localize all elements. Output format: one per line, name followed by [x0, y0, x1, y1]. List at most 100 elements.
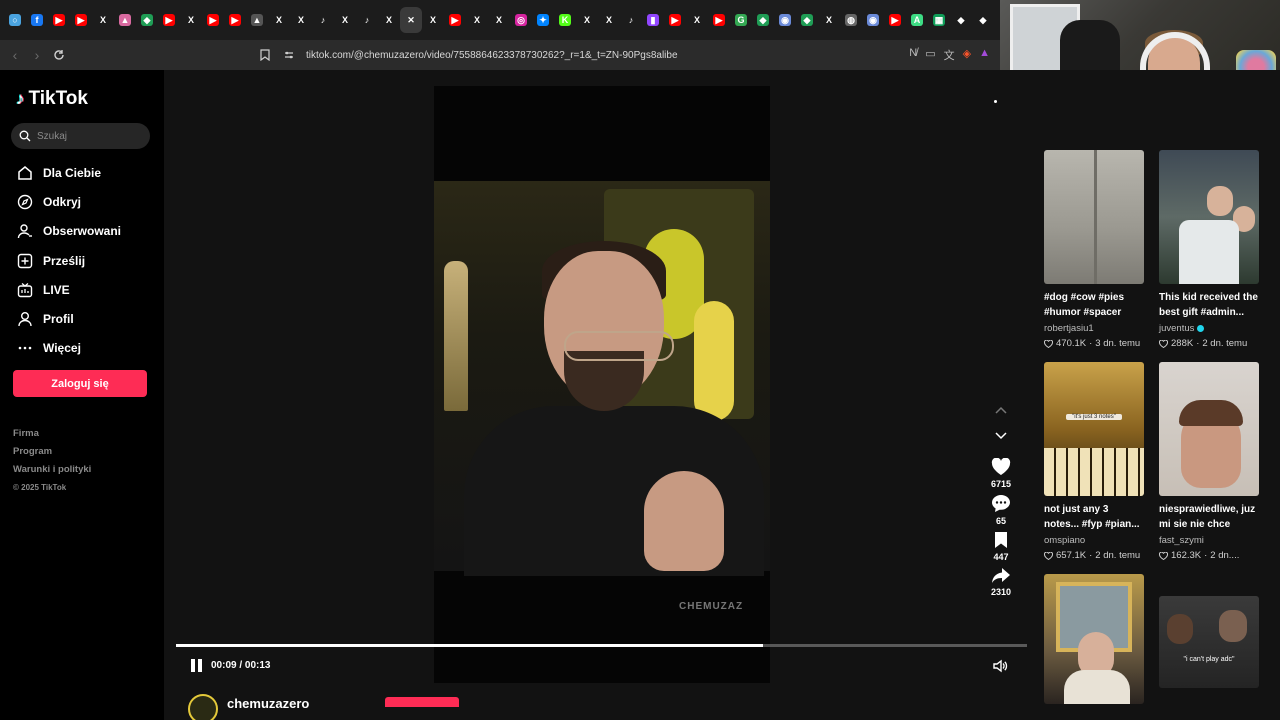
browser-tab[interactable]: ▶ — [664, 7, 686, 33]
video-author[interactable]: omspiano — [1044, 535, 1144, 546]
back-button[interactable]: ‹ — [4, 44, 26, 66]
browser-tab[interactable]: ◍ — [840, 7, 862, 33]
browser-tab[interactable]: X — [268, 7, 290, 33]
browser-tab[interactable]: ◎ — [510, 7, 532, 33]
share-button[interactable]: 2310 — [988, 567, 1014, 597]
browser-tab[interactable]: X — [598, 7, 620, 33]
more-options-icon[interactable] — [994, 100, 997, 103]
browser-tab[interactable]: ▲ — [246, 7, 268, 33]
sidebar-item-profile[interactable]: Profil — [0, 304, 164, 333]
browser-tab[interactable]: X — [378, 7, 400, 33]
browser-tab[interactable]: ○ — [4, 7, 26, 33]
volume-button[interactable] — [992, 658, 1008, 674]
browser-tab[interactable]: X — [576, 7, 598, 33]
forward-button[interactable]: › — [26, 44, 48, 66]
progress-bar[interactable] — [176, 644, 1027, 647]
browser-tab[interactable]: ◆ — [950, 7, 972, 33]
browser-tab[interactable]: X — [818, 7, 840, 33]
search-input[interactable] — [37, 130, 137, 142]
browser-tab[interactable]: ▶ — [224, 7, 246, 33]
browser-tab[interactable]: ▶ — [48, 7, 70, 33]
browser-tab[interactable]: X — [92, 7, 114, 33]
recommended-video-card[interactable]: niesprawiedliwe, juz mi sie nie chce ucz… — [1159, 362, 1259, 561]
browser-tab[interactable]: A — [906, 7, 928, 33]
recommended-video-card[interactable] — [1044, 574, 1144, 704]
browser-tab[interactable]: X — [422, 7, 444, 33]
no-media-icon[interactable]: N̸ — [909, 47, 917, 63]
browser-tab[interactable]: K — [554, 7, 576, 33]
browser-tab[interactable]: f — [26, 7, 48, 33]
author-name[interactable]: juventus — [1159, 323, 1194, 334]
recommended-video-card[interactable]: "it's just 3 notes" not just any 3 notes… — [1044, 362, 1144, 561]
browser-tab[interactable]: ♪ — [620, 7, 642, 33]
browser-tab[interactable]: ◆ — [752, 7, 774, 33]
video-title[interactable]: This kid received the best gift #admin..… — [1159, 290, 1259, 320]
brave-shield-icon[interactable]: ◈ — [963, 47, 971, 63]
author-name[interactable]: omspiano — [1044, 535, 1085, 546]
video-thumbnail[interactable]: "i can't play adc" — [1159, 596, 1259, 688]
sidebar-item-more[interactable]: Więcej — [0, 334, 164, 363]
browser-tab[interactable]: X — [466, 7, 488, 33]
tiktok-logo[interactable]: ♪ TikTok — [16, 88, 88, 110]
browser-tab[interactable]: X — [686, 7, 708, 33]
browser-tab[interactable]: ✕ — [400, 7, 422, 33]
next-video-button[interactable] — [991, 426, 1011, 446]
video-frame[interactable]: CHEMUZAZ — [434, 86, 770, 683]
video-thumbnail[interactable] — [1159, 150, 1259, 284]
follow-button[interactable] — [385, 697, 459, 707]
browser-tab[interactable]: X — [180, 7, 202, 33]
previous-video-button[interactable] — [991, 400, 1011, 420]
browser-tab[interactable]: ◉ — [774, 7, 796, 33]
browser-tab[interactable]: ♪ — [312, 7, 334, 33]
browser-tab[interactable]: ◆ — [136, 7, 158, 33]
save-button[interactable]: 447 — [988, 531, 1014, 562]
video-author[interactable]: fast_szymi — [1159, 535, 1259, 546]
video-author[interactable]: juventus — [1159, 323, 1259, 334]
author-name[interactable]: fast_szymi — [1159, 535, 1204, 546]
site-info-icon[interactable] — [284, 50, 294, 60]
browser-tab[interactable]: ▮ — [642, 7, 664, 33]
footer-link-program[interactable]: Program — [13, 443, 91, 461]
video-title[interactable]: niesprawiedliwe, juz mi sie nie chce ucz… — [1159, 502, 1259, 532]
browser-tab[interactable]: ◉ — [862, 7, 884, 33]
footer-link-terms[interactable]: Warunki i polityki — [13, 461, 91, 479]
recommended-video-card[interactable]: This kid received the best gift #admin..… — [1159, 150, 1259, 349]
video-title[interactable]: not just any 3 notes... #fyp #pian... — [1044, 502, 1144, 532]
video-author[interactable]: robertjasiu1 — [1044, 323, 1144, 334]
video-title[interactable]: #dog #cow #pies #humor #spacer — [1044, 290, 1144, 320]
browser-tab[interactable]: X — [488, 7, 510, 33]
brave-rewards-icon[interactable]: ▲ — [979, 47, 990, 63]
translate-icon[interactable]: 文 — [944, 47, 955, 63]
footer-link-company[interactable]: Firma — [13, 425, 91, 443]
browser-tab[interactable]: ♪ — [356, 7, 378, 33]
pause-button[interactable] — [191, 659, 205, 673]
comment-button[interactable]: 65 — [988, 494, 1014, 526]
browser-tab[interactable]: X — [334, 7, 356, 33]
creator-username[interactable]: chemuzazero — [227, 696, 309, 711]
sidebar-item-explore[interactable]: Odkryj — [0, 187, 164, 216]
browser-tab[interactable]: G — [730, 7, 752, 33]
browser-tab[interactable]: ◆ — [972, 7, 994, 33]
video-thumbnail[interactable]: "it's just 3 notes" — [1044, 362, 1144, 496]
video-thumbnail[interactable] — [1044, 150, 1144, 284]
search-bar[interactable] — [11, 123, 150, 149]
browser-tab[interactable]: ▶ — [70, 7, 92, 33]
browser-tab[interactable]: ▲ — [114, 7, 136, 33]
address-bar[interactable]: tiktok.com/@chemuzazero/video/7558864623… — [256, 44, 996, 66]
url-text[interactable]: tiktok.com/@chemuzazero/video/7558864623… — [306, 50, 678, 61]
recommended-video-card[interactable]: #dog #cow #pies #humor #spacer robertjas… — [1044, 150, 1144, 349]
browser-tab[interactable]: X — [290, 7, 312, 33]
creator-avatar[interactable] — [188, 694, 218, 720]
reload-button[interactable] — [48, 44, 70, 66]
sidebar-item-live[interactable]: LIVE — [0, 275, 164, 304]
author-name[interactable]: robertjasiu1 — [1044, 323, 1094, 334]
browser-tab[interactable]: ◆ — [796, 7, 818, 33]
video-thumbnail[interactable] — [1044, 574, 1144, 704]
browser-tab[interactable]: ▶ — [444, 7, 466, 33]
video-thumbnail[interactable] — [1159, 362, 1259, 496]
browser-tab[interactable]: ▶ — [708, 7, 730, 33]
browser-tab[interactable]: ▶ — [202, 7, 224, 33]
sidebar-item-upload[interactable]: Prześlij — [0, 246, 164, 275]
browser-tab[interactable]: ▦ — [928, 7, 950, 33]
login-button[interactable]: Zaloguj się — [13, 370, 147, 397]
